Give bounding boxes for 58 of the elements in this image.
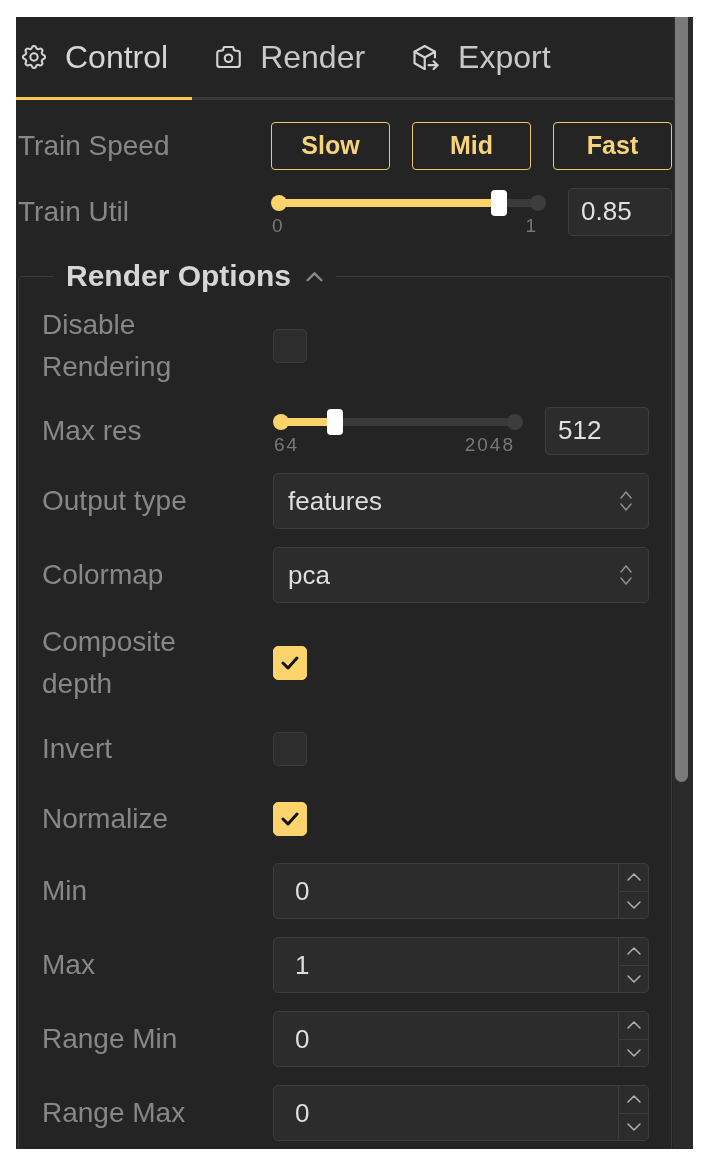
field-label: Colormap [42, 558, 165, 592]
chevron-down-icon [626, 900, 641, 909]
number-input[interactable]: 1 [273, 937, 649, 993]
gear-icon [22, 45, 46, 69]
increment-button[interactable] [618, 1086, 648, 1114]
field-label: Composite depth [42, 625, 177, 701]
chevron-up-icon [626, 1021, 641, 1030]
tab[interactable]: Export [389, 17, 575, 100]
select-field[interactable]: pca [273, 547, 649, 603]
field-label: Disable Rendering [42, 308, 173, 384]
box-arrow-icon [413, 44, 440, 70]
speed-button[interactable]: Mid [412, 122, 531, 170]
slider-max-label: 1 [525, 216, 538, 236]
chevron-up-icon [626, 1095, 641, 1104]
field-label: Output type [42, 484, 188, 518]
checkmark-icon [281, 656, 299, 670]
speed-button[interactable]: Fast [553, 122, 672, 170]
chevron-down-icon [626, 1048, 641, 1057]
scrollbar-thumb[interactable] [675, 17, 688, 782]
checkmark-icon [281, 812, 299, 826]
field-label: Range Max [42, 1096, 187, 1130]
field-label: Max [42, 948, 96, 982]
tab[interactable]: Control [16, 17, 193, 100]
number-input[interactable]: 0 [273, 1085, 649, 1141]
field-label: Normalize [42, 802, 170, 836]
slider-thumb[interactable] [326, 409, 343, 435]
field-label: Train Speed [18, 129, 171, 163]
slider-min-label: 0 [272, 216, 285, 236]
slider-track[interactable] [273, 409, 523, 435]
chevron-down-icon [626, 1122, 641, 1131]
field-label: Range Min [42, 1022, 179, 1056]
chevron-up-icon [626, 947, 641, 956]
tab[interactable]: Render [192, 17, 390, 100]
increment-button[interactable] [618, 938, 648, 966]
field-label: Invert [42, 732, 114, 766]
checkbox[interactable] [273, 732, 307, 766]
slider-min-label: 64 [274, 435, 300, 455]
slider-thumb[interactable] [491, 190, 508, 216]
number-input[interactable]: 0 [273, 863, 649, 919]
number-input[interactable]: 0.85 [568, 187, 672, 236]
field-label: Max res [42, 413, 143, 448]
increment-button[interactable] [618, 864, 648, 892]
chevron-up-icon [626, 873, 641, 882]
field-label: Train Util [18, 194, 130, 229]
camera-icon [216, 46, 242, 68]
increment-button[interactable] [618, 1012, 648, 1040]
number-input[interactable]: 0 [273, 1011, 649, 1067]
chevron-up-down-icon [620, 490, 632, 512]
speed-button[interactable]: Slow [271, 122, 390, 170]
chevron-up-down-icon [620, 564, 632, 586]
number-input[interactable]: 512 [545, 406, 649, 455]
field-label: Min [42, 874, 89, 908]
checkbox[interactable] [273, 329, 307, 363]
select-field[interactable]: features [273, 473, 649, 529]
slider-track[interactable] [271, 190, 546, 216]
slider-max-label: 2048 [464, 435, 515, 455]
chevron-down-icon [626, 974, 641, 983]
section-header-button[interactable]: Render Options [66, 259, 323, 294]
